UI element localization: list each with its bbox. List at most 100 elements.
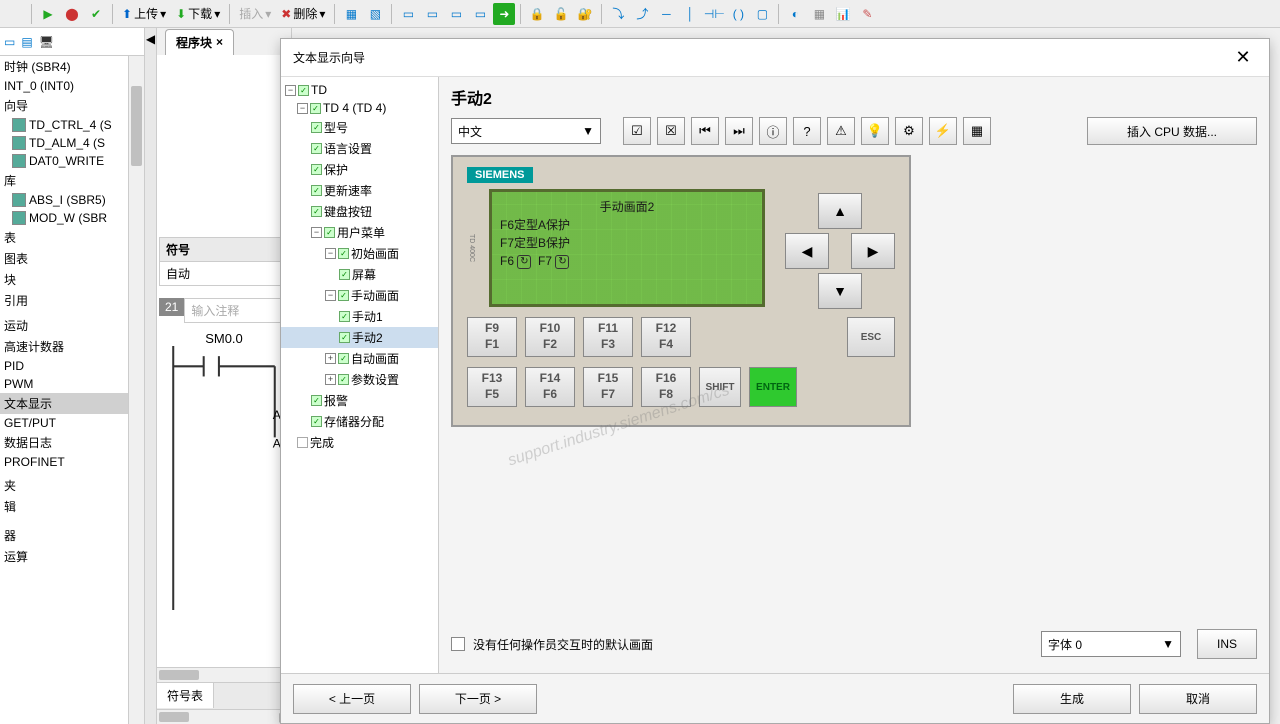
bolt-icon[interactable]: ⚡: [929, 117, 957, 145]
prev-button[interactable]: < 上一页: [293, 684, 411, 714]
tree-node[interactable]: ✓语言设置: [281, 138, 438, 159]
go-icon[interactable]: ➜: [493, 3, 515, 25]
tree-node[interactable]: +✓参数设置: [281, 369, 438, 390]
stop-icon[interactable]: ⬤: [61, 3, 83, 25]
ladder-diagram[interactable]: SM0.0 A A: [159, 323, 289, 603]
branch-icon[interactable]: ⤴: [631, 3, 653, 25]
tree-item[interactable]: ABS_I (SBR5): [0, 191, 144, 209]
tree-item[interactable]: 器: [0, 525, 144, 546]
tool-icon[interactable]: ▧: [364, 3, 386, 25]
warning-icon[interactable]: ⚠: [827, 117, 855, 145]
lcd-screen[interactable]: 手动画面2 F6定型A保护 F7定型B保护 F6 F7: [489, 189, 765, 307]
fkey-button[interactable]: F10F2: [525, 317, 575, 357]
tree-node[interactable]: −✓用户菜单: [281, 222, 438, 243]
vertical-scrollbar[interactable]: [128, 56, 144, 724]
tree-item[interactable]: 向导: [0, 95, 144, 116]
window-icon[interactable]: ▭: [397, 3, 419, 25]
tree-node[interactable]: ✓存储器分配: [281, 411, 438, 432]
wizard-tree[interactable]: −✓TD −✓TD 4 (TD 4) ✓型号 ✓语言设置 ✓保护 ✓更新速率 ✓…: [281, 77, 439, 673]
tree-item[interactable]: 库: [0, 170, 144, 191]
insert-cpu-data-button[interactable]: 插入 CPU 数据...: [1087, 117, 1257, 145]
default-screen-checkbox[interactable]: [451, 637, 465, 651]
lock-icon[interactable]: 🔒: [526, 3, 548, 25]
tree-node[interactable]: ✓键盘按钮: [281, 201, 438, 222]
nav-up-button[interactable]: ▲: [818, 193, 862, 229]
tree-node-td[interactable]: −✓TD: [281, 81, 438, 99]
fkey-button[interactable]: F16F8: [641, 367, 691, 407]
ins-button[interactable]: INS: [1197, 629, 1257, 659]
nav-left-button[interactable]: ◀: [785, 233, 829, 269]
tree-item[interactable]: 数据日志: [0, 432, 144, 453]
check-icon[interactable]: ☑: [623, 117, 651, 145]
tree-item[interactable]: 图表: [0, 248, 144, 269]
next-button[interactable]: 下一页 >: [419, 684, 537, 714]
font-select[interactable]: 字体 0▼: [1041, 631, 1181, 657]
tree-item[interactable]: 辑: [0, 496, 144, 517]
tree-item[interactable]: 块: [0, 269, 144, 290]
horizontal-scrollbar[interactable]: [157, 667, 291, 682]
coil-icon[interactable]: ( ): [727, 3, 749, 25]
tree-node[interactable]: −✓手动画面: [281, 285, 438, 306]
lock-icon[interactable]: 🔐: [574, 3, 596, 25]
gear-icon[interactable]: ⚙: [895, 117, 923, 145]
tree-icon[interactable]: ▭: [4, 35, 15, 49]
tree-node-done[interactable]: 完成: [281, 432, 438, 453]
tree-node[interactable]: ✓手动1: [281, 306, 438, 327]
close-icon[interactable]: ✕: [1229, 44, 1257, 72]
contact-icon[interactable]: ⊣⊢: [703, 3, 725, 25]
compile-icon[interactable]: ✔: [85, 3, 107, 25]
help-icon[interactable]: ?: [793, 117, 821, 145]
line-icon[interactable]: │: [679, 3, 701, 25]
edit-icon[interactable]: ✎: [856, 3, 878, 25]
grid-icon[interactable]: ▦: [808, 3, 830, 25]
tree-icon[interactable]: ▤: [21, 35, 32, 49]
tree-item[interactable]: 表: [0, 227, 144, 248]
tree-icon[interactable]: 🖥: [39, 35, 54, 49]
fkey-button[interactable]: F14F6: [525, 367, 575, 407]
delete-button[interactable]: ✖删除▾: [277, 5, 329, 22]
tree-item[interactable]: 时钟 (SBR4): [0, 56, 144, 77]
tree-item[interactable]: 夹: [0, 475, 144, 496]
tree-item[interactable]: 引用: [0, 290, 144, 311]
lock-icon[interactable]: 🔓: [550, 3, 572, 25]
tree-node[interactable]: +✓自动画面: [281, 348, 438, 369]
close-icon[interactable]: ×: [216, 35, 223, 49]
tree-item[interactable]: PROFINET: [0, 453, 144, 471]
chart-icon[interactable]: 📊: [832, 3, 854, 25]
window-icon[interactable]: ▭: [469, 3, 491, 25]
tree-node-selected[interactable]: ✓手动2: [281, 327, 438, 348]
collapse-handle[interactable]: ◀: [145, 28, 157, 724]
tree-node[interactable]: ✓屏幕: [281, 264, 438, 285]
branch-icon[interactable]: ⤵: [607, 3, 629, 25]
bulb-icon[interactable]: 💡: [861, 117, 889, 145]
shift-button[interactable]: SHIFT: [699, 367, 741, 407]
generate-button[interactable]: 生成: [1013, 684, 1131, 714]
tree-item[interactable]: GET/PUT: [0, 414, 144, 432]
tree-item[interactable]: TD_CTRL_4 (S: [0, 116, 144, 134]
comment-field[interactable]: 输入注释: [184, 298, 284, 323]
tree-item[interactable]: MOD_W (SBR: [0, 209, 144, 227]
download-button[interactable]: ⬇下载▾: [172, 5, 224, 22]
nav-down-button[interactable]: ▼: [818, 273, 862, 309]
fkey-button[interactable]: F13F5: [467, 367, 517, 407]
rewind-icon[interactable]: ⏮: [691, 117, 719, 145]
tool-icon[interactable]: ▦: [340, 3, 362, 25]
insert-button[interactable]: 插入▾: [235, 5, 275, 22]
window-icon[interactable]: ▭: [445, 3, 467, 25]
tab-symbol-table[interactable]: 符号表: [157, 683, 214, 708]
tree-item[interactable]: DAT0_WRITE: [0, 152, 144, 170]
tree-node[interactable]: ✓型号: [281, 117, 438, 138]
fkey-button[interactable]: F9F1: [467, 317, 517, 357]
toggle-icon[interactable]: ◐: [784, 3, 806, 25]
cross-icon[interactable]: ☒: [657, 117, 685, 145]
upload-button[interactable]: ⬆上传▾: [118, 5, 170, 22]
run-icon[interactable]: ▶: [37, 3, 59, 25]
tree-item[interactable]: INT_0 (INT0): [0, 77, 144, 95]
tree-node[interactable]: −✓初始画面: [281, 243, 438, 264]
nav-right-button[interactable]: ▶: [851, 233, 895, 269]
language-select[interactable]: 中文▼: [451, 118, 601, 144]
line-icon[interactable]: ─: [655, 3, 677, 25]
fkey-button[interactable]: F12F4: [641, 317, 691, 357]
tree-item[interactable]: PWM: [0, 375, 144, 393]
tree-item[interactable]: PID: [0, 357, 144, 375]
